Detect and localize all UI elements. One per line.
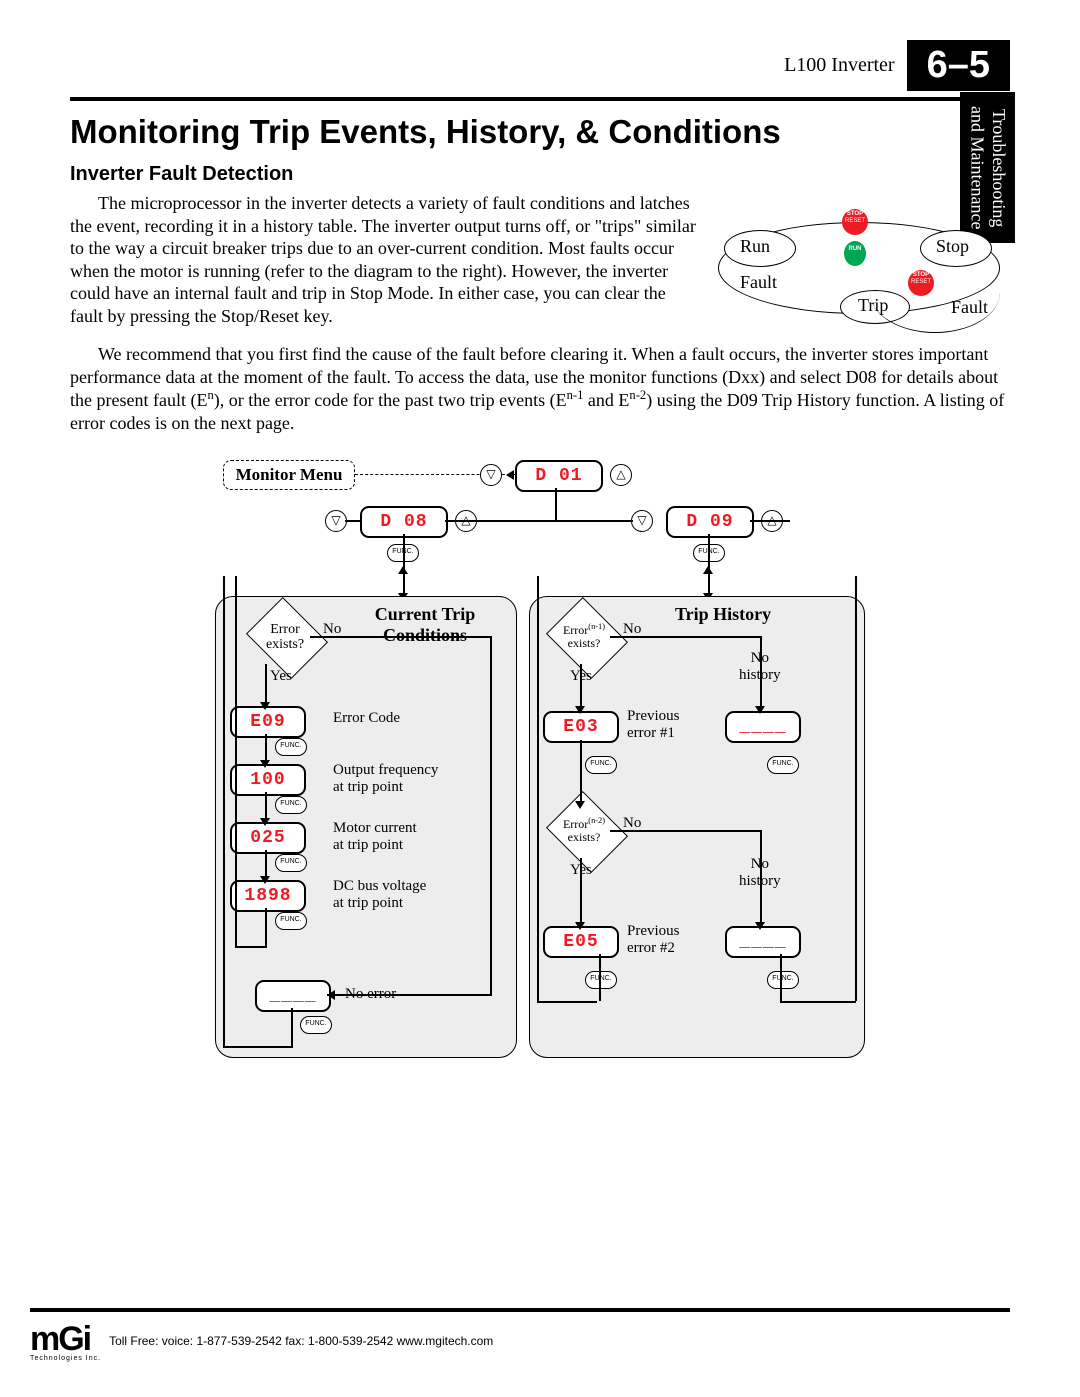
label-previous-error-2: Previouserror #2 xyxy=(627,923,680,958)
state-diagram: Run Stop Trip Fault Fault STOPRESET RUN … xyxy=(710,192,1010,337)
error-n1-decision: Error(n-1)exists? xyxy=(549,622,619,650)
flow-diagram: Monitor Menu D 01 ▽ △ D 08 ▽ △ FUNC. D 0… xyxy=(215,446,865,1066)
display-d09: D 09 xyxy=(666,506,754,538)
func-button: FUNC. xyxy=(585,756,617,774)
func-button: FUNC. xyxy=(275,912,307,930)
label-output-frequency: Output frequencyat trip point xyxy=(333,762,438,797)
display-d01: D 01 xyxy=(515,460,603,492)
monitor-menu-box: Monitor Menu xyxy=(223,460,355,490)
display-blank: ____ xyxy=(725,711,801,743)
header-product: L100 Inverter xyxy=(784,54,895,77)
section-title: Inverter Fault Detection xyxy=(70,163,1010,186)
page-footer: mGi Technologies Inc. Toll Free: voice: … xyxy=(30,1308,1010,1362)
stop-reset-icon: STOPRESET xyxy=(842,209,868,235)
trip-history-title: Trip History xyxy=(675,604,771,625)
func-button: FUNC. xyxy=(767,971,799,989)
down-arrow-icon: ▽ xyxy=(631,510,653,532)
func-button: FUNC. xyxy=(300,1016,332,1034)
run-icon: RUN xyxy=(844,241,866,266)
func-button: FUNC. xyxy=(275,854,307,872)
paragraph-2: We recommend that you first find the cau… xyxy=(70,343,1010,434)
state-run: Run xyxy=(740,236,770,257)
display-025: 025 xyxy=(230,822,306,854)
label-dc-bus-voltage: DC bus voltageat trip point xyxy=(333,878,426,913)
func-button: FUNC. xyxy=(275,738,307,756)
display-100: 100 xyxy=(230,764,306,796)
company-logo: mGi Technologies Inc. xyxy=(30,1320,101,1362)
footer-contact: Toll Free: voice: 1-877-539-2542 fax: 1-… xyxy=(109,1334,493,1348)
current-trip-title: Current TripConditions xyxy=(345,604,505,646)
display-1898: 1898 xyxy=(230,880,306,912)
up-arrow-icon: △ xyxy=(610,464,632,486)
down-arrow-icon: ▽ xyxy=(480,464,502,486)
label-yes: Yes xyxy=(270,668,292,685)
func-button: FUNC. xyxy=(767,756,799,774)
label-previous-error-1: Previouserror #1 xyxy=(627,708,680,743)
label-fault-left: Fault xyxy=(740,272,777,293)
label-error-code: Error Code xyxy=(333,710,400,727)
page-title: Monitoring Trip Events, History, & Condi… xyxy=(70,113,1010,151)
func-button: FUNC. xyxy=(585,971,617,989)
display-e03: E03 xyxy=(543,711,619,743)
display-blank: ____ xyxy=(725,926,801,958)
error-n2-decision: Error(n-2)exists? xyxy=(549,816,619,844)
page-number: 6–5 xyxy=(907,40,1010,91)
header-rule xyxy=(70,97,1010,101)
display-e05: E05 xyxy=(543,926,619,958)
display-blank: ____ xyxy=(255,980,331,1012)
label-motor-current: Motor currentat trip point xyxy=(333,820,417,855)
func-button: FUNC. xyxy=(275,796,307,814)
down-arrow-icon: ▽ xyxy=(325,510,347,532)
display-e09: E09 xyxy=(230,706,306,738)
